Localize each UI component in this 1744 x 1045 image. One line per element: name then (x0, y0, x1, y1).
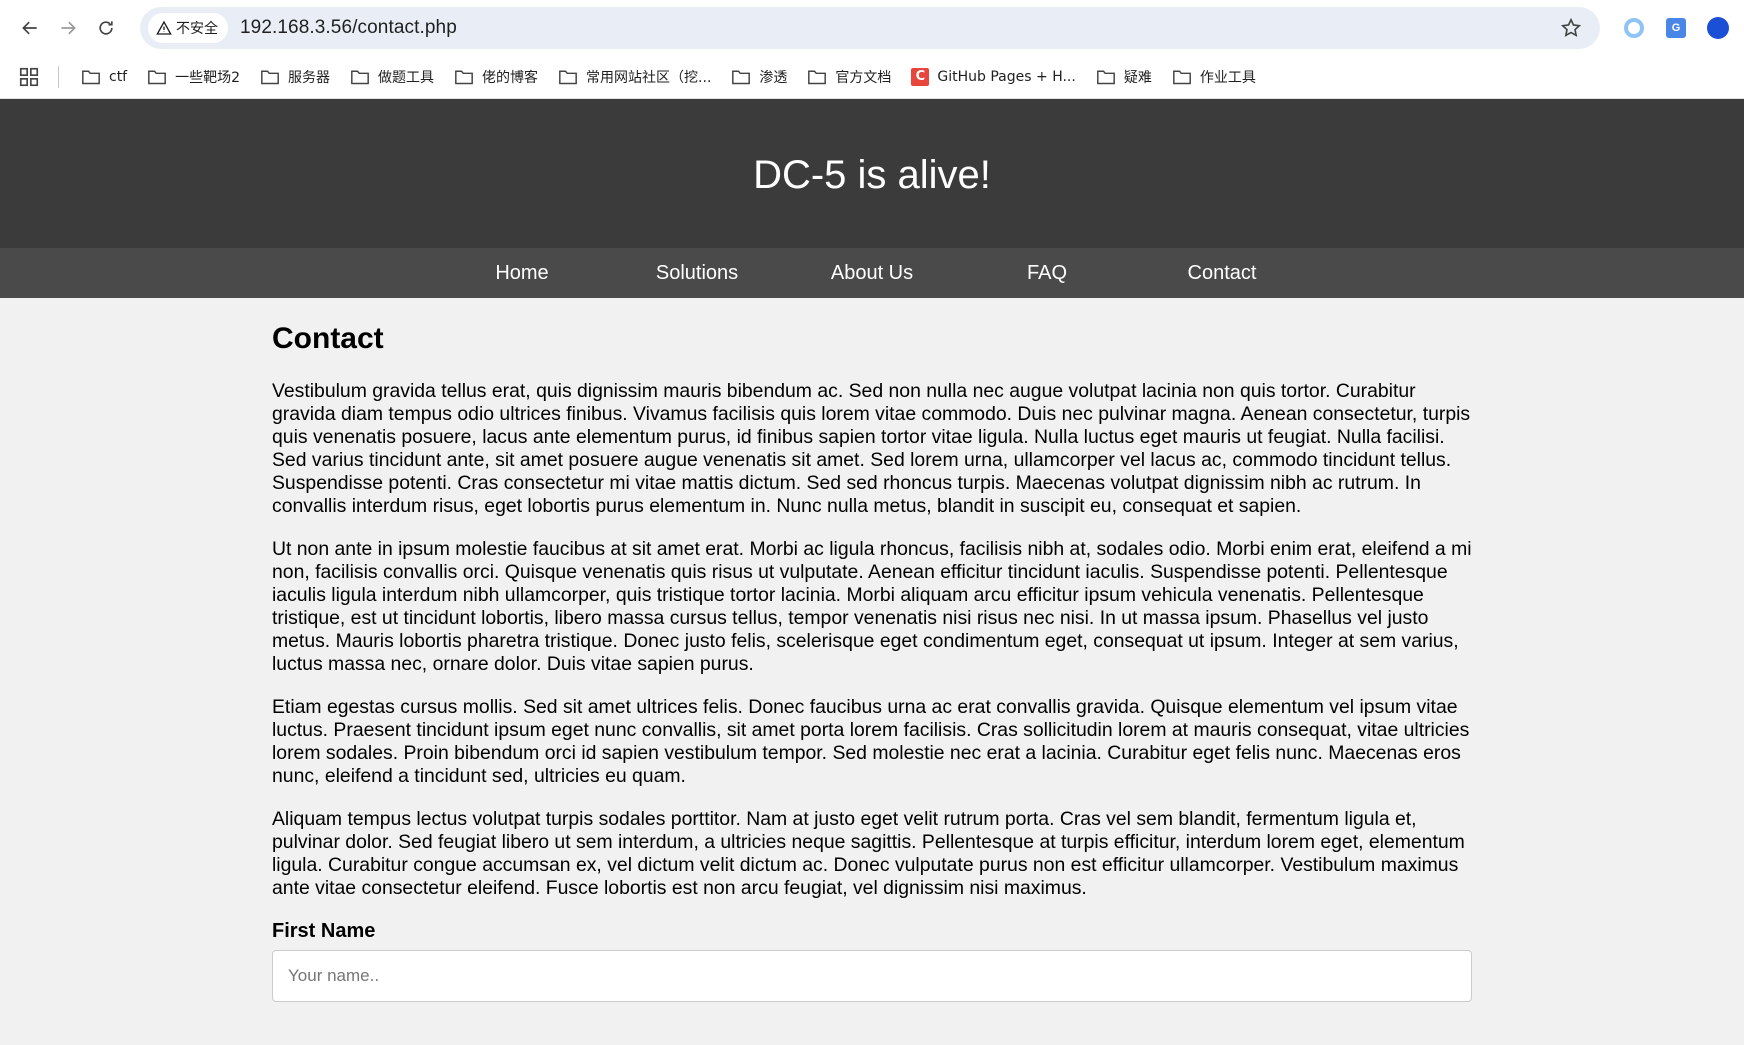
bookmark-item[interactable]: 疑难 (1086, 61, 1162, 93)
nav-link-solutions[interactable]: Solutions (610, 248, 785, 298)
paragraph: Etiam egestas cursus mollis. Sed sit ame… (272, 696, 1470, 787)
bookmark-list: ctf 一些靶场2 服务器 做题工具 佬的博客 常用网站社区（挖... 渗透 官方文档 C Git… (71, 61, 1266, 93)
translate-extension-icon[interactable]: G (1664, 16, 1688, 40)
arrow-right-icon (61, 21, 76, 34)
site-nav: Home Solutions About Us FAQ Contact (0, 248, 1744, 298)
bookmark-label: 佬的博客 (482, 69, 539, 86)
paragraph: Vestibulum gravida tellus erat, quis dig… (272, 380, 1471, 517)
warning-triangle-icon (156, 20, 172, 35)
bookmark-star-icon[interactable] (1560, 17, 1582, 39)
folder-icon (807, 68, 827, 86)
extensions-area: G (1622, 16, 1730, 40)
forward-button[interactable] (52, 9, 84, 47)
paragraph: Aliquam tempus lectus volutpat turpis so… (272, 808, 1465, 899)
bookmark-label: 一些靶场2 (175, 69, 241, 86)
folder-icon (350, 68, 370, 86)
folder-icon (1096, 68, 1116, 86)
folder-icon (558, 68, 578, 86)
bookmark-label: 做题工具 (378, 69, 435, 86)
bookmark-label: 常用网站社区（挖... (586, 69, 712, 86)
first-name-label: First Name (272, 920, 376, 942)
folder-icon (147, 68, 167, 86)
bookmark-label: 官方文档 (835, 69, 892, 86)
nav-link-about-us[interactable]: About Us (785, 248, 960, 298)
extension-circle-icon[interactable] (1622, 16, 1646, 40)
site-header: DC-5 is alive! (0, 99, 1744, 248)
main-content: Contact Vestibulum gravida tellus erat, … (272, 298, 1472, 1002)
bookmark-item[interactable]: 做题工具 (340, 61, 444, 93)
bookmark-item[interactable]: 服务器 (250, 61, 340, 93)
address-bar[interactable]: 不安全 192.168.3.56/contact.php (140, 6, 1600, 49)
security-indicator[interactable]: 不安全 (148, 12, 228, 43)
folder-icon (81, 68, 101, 86)
bookmark-label: 疑难 (1123, 69, 1152, 86)
url-text[interactable]: 192.168.3.56/contact.php (240, 17, 457, 39)
bookmark-label: 服务器 (288, 69, 331, 86)
page-heading: Contact (272, 322, 384, 355)
profile-extension-icon[interactable] (1706, 16, 1730, 40)
first-name-input[interactable] (272, 950, 1472, 1002)
arrow-left-icon (22, 21, 37, 34)
bookmark-item[interactable]: 渗透 (721, 61, 797, 93)
bookmarks-bar: ctf 一些靶场2 服务器 做题工具 佬的博客 常用网站社区（挖... 渗透 官方文档 C Git… (0, 55, 1744, 99)
paragraph: Ut non ante in ipsum molestie faucibus a… (272, 538, 1472, 675)
bookmark-item[interactable]: 佬的博客 (444, 61, 548, 93)
nav-link-contact[interactable]: Contact (1135, 248, 1310, 298)
folder-icon (454, 68, 474, 86)
bookmark-label: ctf (109, 68, 128, 85)
bookmark-item[interactable]: 一些靶场2 (137, 61, 250, 93)
bookmark-label: GitHub Pages + H... (937, 68, 1076, 85)
bookmark-item[interactable]: 常用网站社区（挖... (548, 61, 721, 93)
reload-icon (99, 20, 113, 35)
back-button[interactable] (14, 9, 46, 47)
bookmark-item[interactable]: 官方文档 (797, 61, 901, 93)
browser-chrome: 不安全 192.168.3.56/contact.php G ctf 一些靶场2 服… (0, 0, 1744, 99)
nav-link-faq[interactable]: FAQ (960, 248, 1135, 298)
bookmarks-separator (58, 65, 59, 88)
bookmark-item[interactable]: 作业工具 (1162, 61, 1266, 93)
folder-icon (1172, 68, 1192, 86)
bookmark-item[interactable]: ctf (71, 61, 137, 93)
bookmark-label: 渗透 (759, 69, 788, 86)
folder-icon (731, 68, 751, 86)
site-title: DC-5 is alive! (753, 153, 991, 197)
apps-grid-icon[interactable] (14, 62, 44, 92)
bookmark-item[interactable]: C GitHub Pages + H... (901, 61, 1085, 93)
web-page: DC-5 is alive! Home Solutions About Us F… (0, 99, 1744, 1002)
security-label: 不安全 (176, 20, 218, 37)
c-logo-icon: C (911, 67, 930, 86)
bookmark-label: 作业工具 (1199, 69, 1256, 86)
reload-button[interactable] (90, 9, 122, 47)
browser-toolbar: 不安全 192.168.3.56/contact.php G (0, 0, 1744, 55)
folder-icon (260, 68, 280, 86)
nav-link-home[interactable]: Home (435, 248, 610, 298)
